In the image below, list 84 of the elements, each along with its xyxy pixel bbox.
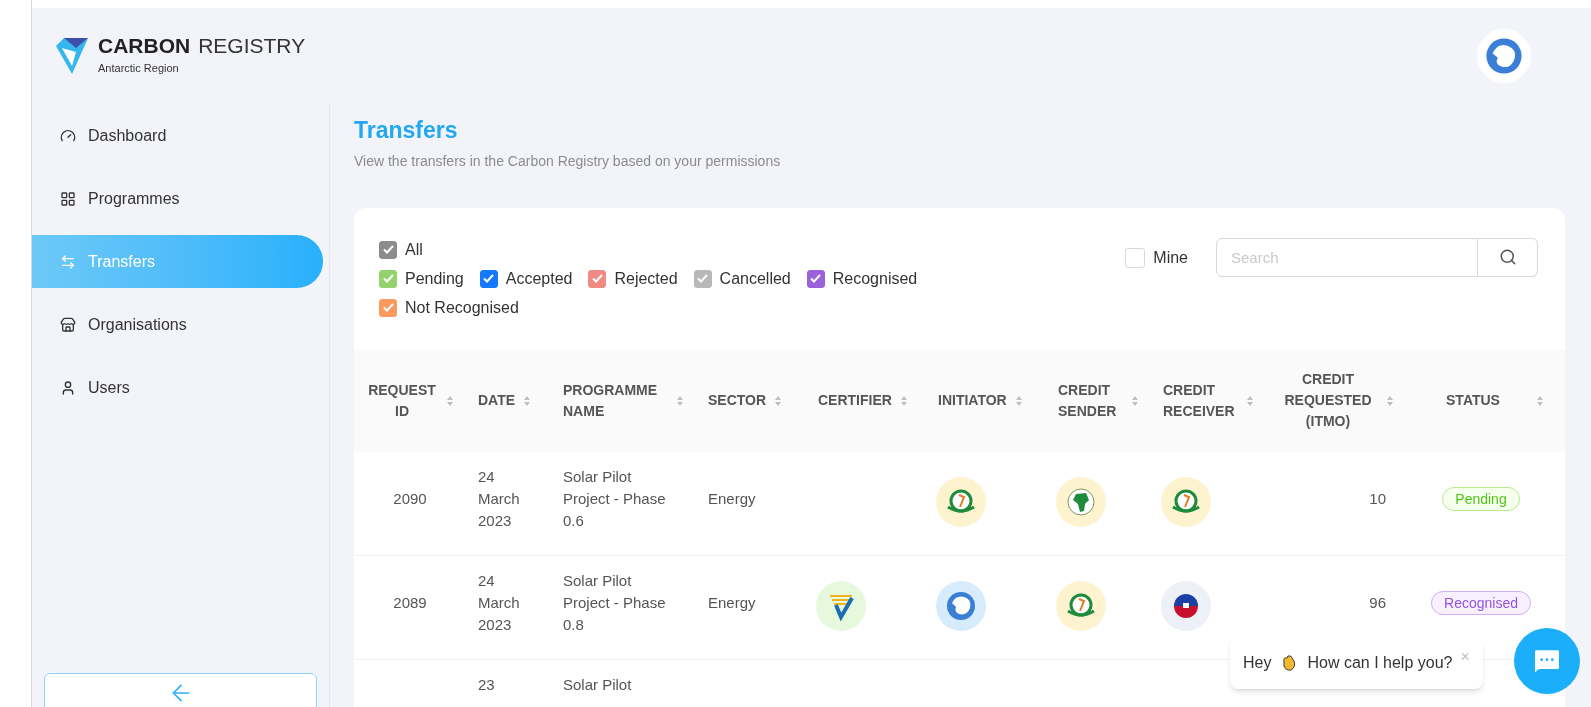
- filter-checkbox[interactable]: [379, 269, 397, 288]
- organisation-logo-icon: [1056, 476, 1106, 527]
- nav-icon: [60, 316, 76, 333]
- nav-icon: [60, 253, 76, 270]
- filter-label: Not Recognised: [405, 297, 519, 318]
- search-button[interactable]: [1478, 237, 1538, 277]
- region-label: Antarctic Region: [98, 61, 180, 77]
- organisation-logo-icon: [1161, 476, 1211, 527]
- sidebar-item[interactable]: Dashboard: [32, 109, 323, 162]
- status-tag: Pending: [1442, 486, 1520, 511]
- sort-icon[interactable]: [899, 394, 908, 407]
- column-header: CERTIFIER: [818, 391, 892, 411]
- filter-label: Recognised: [832, 268, 918, 289]
- mine-label: Mine: [1153, 247, 1188, 268]
- table-cell-text: Energy: [708, 592, 756, 613]
- column-header: INITIATOR: [938, 391, 1007, 411]
- organisation-logo-icon: [936, 476, 986, 527]
- table-cell-text: 2090: [393, 488, 427, 509]
- organisation-logo-icon: [816, 580, 866, 631]
- filter-label: Rejected: [614, 268, 678, 289]
- column-header: DATE: [478, 391, 516, 411]
- column-header: CREDIT SENDER: [1058, 380, 1118, 421]
- column-header: SECTOR: [708, 391, 767, 411]
- table-cell-text: 24 March 2023: [478, 570, 521, 635]
- column-header: PROGRAMME NAME: [563, 380, 659, 421]
- sort-icon[interactable]: [1386, 394, 1394, 407]
- table-cell-text: 24 March 2023: [478, 466, 521, 531]
- filter-label: Cancelled: [719, 268, 791, 289]
- check-icon: [697, 274, 709, 284]
- nav-icon: [60, 379, 76, 396]
- sort-icon[interactable]: [676, 394, 684, 407]
- filter-checkbox[interactable]: [379, 298, 397, 317]
- check-icon: [483, 274, 495, 284]
- table-cell-text: Solar Pilot: [563, 674, 633, 695]
- organisation-logo-icon: [1161, 580, 1211, 631]
- column-header: REQUEST ID: [367, 380, 437, 421]
- page-title: Transfers: [354, 116, 459, 145]
- sort-icon[interactable]: [774, 394, 783, 407]
- filter-checkbox[interactable]: [588, 269, 607, 288]
- sort-icon[interactable]: [1131, 394, 1139, 407]
- table-cell-text: 2089: [393, 592, 427, 613]
- mine-checkbox[interactable]: [1125, 247, 1146, 268]
- check-icon: [382, 245, 394, 255]
- table-cell-text: Solar Pilot Project - Phase 0.8: [563, 570, 667, 635]
- check-icon: [382, 274, 394, 284]
- filter-label: All: [405, 239, 423, 260]
- table-cell-text: 23: [478, 674, 496, 695]
- diamond-logo-icon: [54, 36, 90, 76]
- organisation-logo-icon: [936, 580, 986, 631]
- table-cell-text: 10: [1369, 488, 1386, 509]
- filter-checkbox[interactable]: [479, 269, 498, 288]
- table-cell-text: 96: [1369, 592, 1386, 613]
- sort-icon[interactable]: [446, 394, 454, 407]
- table-cell-text: Solar Pilot Project - Phase 0.6: [563, 466, 667, 531]
- filter-label: Pending: [405, 268, 464, 289]
- organisation-logo-icon: [1056, 580, 1106, 631]
- sidebar-item[interactable]: Organisations: [32, 298, 323, 351]
- page-subtitle: View the transfers in the Carbon Registry based on your permissions: [354, 151, 782, 171]
- filter-checkbox[interactable]: [379, 240, 397, 259]
- sort-icon[interactable]: [1536, 394, 1544, 407]
- collapse-button[interactable]: [44, 673, 317, 707]
- sidebar-item[interactable]: Programmes: [32, 172, 323, 225]
- check-icon: [382, 303, 394, 313]
- sort-icon[interactable]: [1014, 394, 1023, 407]
- column-header: STATUS: [1445, 391, 1501, 411]
- column-header: CREDIT RECEIVER: [1163, 380, 1236, 421]
- filter-checkbox[interactable]: [693, 269, 712, 288]
- column-header: CREDIT REQUESTED (ITMO): [1283, 370, 1373, 432]
- filter-checkbox[interactable]: [806, 269, 825, 288]
- status-tag: Recognised: [1431, 590, 1531, 615]
- check-icon: [810, 274, 822, 284]
- brand-name: CARBON: [98, 35, 191, 57]
- chat-message: How can I help you?: [1307, 653, 1453, 673]
- check-icon: [591, 274, 603, 284]
- sort-icon[interactable]: [1246, 394, 1254, 407]
- brand-name-suffix: REGISTRY: [198, 35, 306, 57]
- sidebar-item[interactable]: Users: [32, 361, 323, 414]
- nav-icon: [60, 190, 76, 207]
- filter-label: Accepted: [505, 268, 573, 289]
- table-cell-text: Energy: [708, 488, 756, 509]
- chat-greeting: Hey: [1243, 653, 1272, 673]
- sort-icon[interactable]: [523, 394, 532, 407]
- nav-icon: [60, 127, 76, 144]
- search-icon: [1498, 248, 1517, 267]
